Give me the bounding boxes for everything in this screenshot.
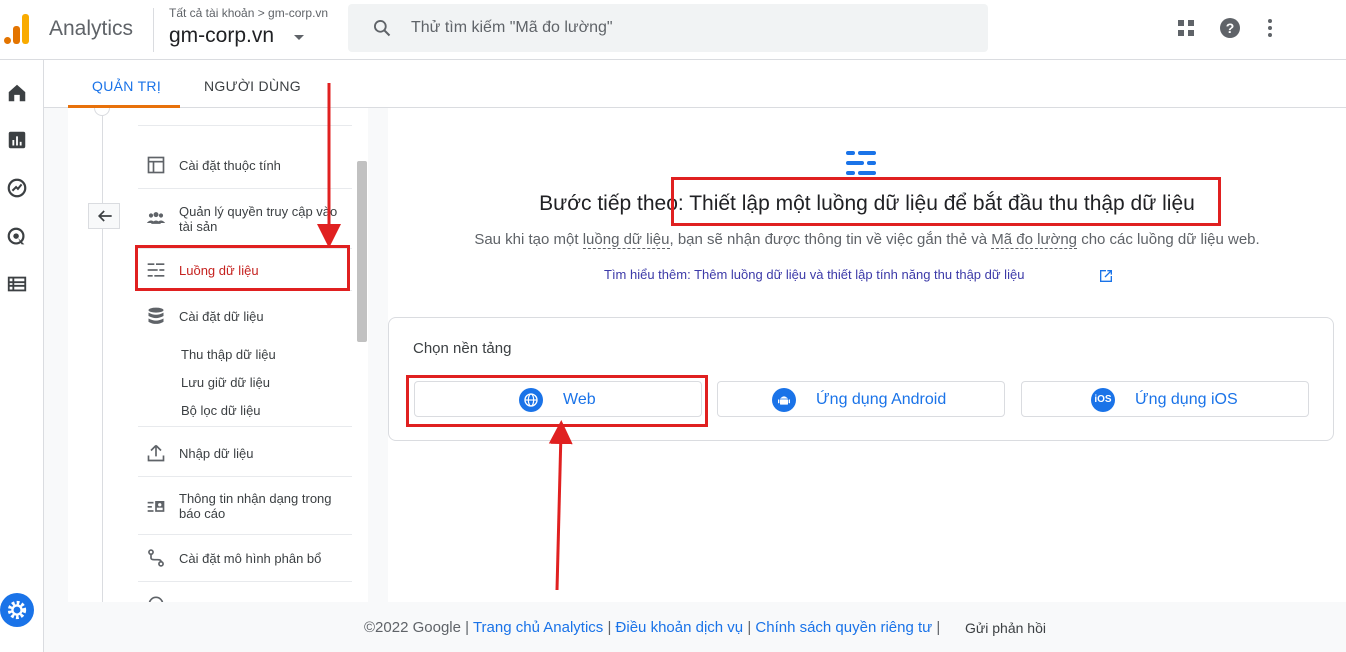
description-text: Sau khi tạo một	[474, 231, 583, 248]
advertising-icon[interactable]	[6, 226, 28, 248]
sidebar-item-label: Cài đặt dữ liệu	[179, 309, 264, 324]
divider	[153, 8, 154, 52]
chevron-down-icon[interactable]	[294, 35, 304, 40]
sidebar-item-label: Thông tin nhận dạng trong báo cáo	[179, 491, 332, 521]
scrollbar[interactable]	[357, 161, 367, 342]
footer: ©2022 Google | Trang chủ Analytics | Điề…	[44, 602, 1346, 652]
heading-prefix: Bước tiếp theo:	[539, 192, 690, 215]
ios-platform-button[interactable]: iOS Ứng dụng iOS	[1021, 381, 1309, 417]
separator: |	[465, 619, 470, 636]
database-icon	[148, 307, 164, 324]
top-bar: Analytics Tất cả tài khoản > gm-corp.vn …	[0, 0, 1346, 60]
search-icon	[374, 20, 391, 37]
glossary-term-measurement-id[interactable]: Mã đo lường	[991, 231, 1078, 249]
glossary-term-data-stream[interactable]: luồng dữ liệu	[582, 231, 670, 249]
separator: |	[936, 619, 941, 636]
sidebar-item-label: Quản lý quyền truy cập vào tài sản	[179, 204, 338, 234]
property-settings-panel: Cài đặt thuộc tính Quản lý quyền truy cậ…	[68, 108, 368, 602]
arrow-left-icon	[97, 210, 112, 222]
android-platform-button[interactable]: Ứng dụng Android	[717, 381, 1005, 417]
footer-link-privacy[interactable]: Chính sách quyền riêng tư	[755, 619, 932, 636]
search-input[interactable]: Thử tìm kiếm "Mã đo lường"	[411, 19, 613, 37]
sidebar-item-access-management[interactable]: Quản lý quyền truy cập vào tài sản	[138, 189, 352, 249]
page-description: Sau khi tạo một luồng dữ liệu, bạn sẽ nh…	[388, 231, 1346, 249]
timeline-line	[102, 108, 103, 602]
ios-badge: iOS	[1094, 394, 1112, 405]
tab-admin[interactable]: QUẢN TRỊ	[92, 78, 161, 94]
app-title[interactable]: Analytics	[49, 17, 133, 41]
platform-label: Ứng dụng iOS	[1135, 391, 1238, 408]
account-selector[interactable]: gm-corp.vn	[169, 24, 274, 48]
tab-users[interactable]: NGƯỜI DÙNG	[204, 78, 301, 94]
menu-item-partial	[138, 108, 352, 126]
admin-tabs: QUẢN TRỊ NGƯỜI DÙNG	[44, 60, 1346, 108]
left-nav	[0, 60, 44, 652]
analytics-logo-icon[interactable]	[4, 14, 32, 44]
description-text: cho các luồng dữ liệu web.	[1077, 231, 1260, 248]
apps-grid-icon[interactable]	[1174, 16, 1198, 40]
annotation-box-heading	[671, 177, 1221, 226]
timeline-dot	[94, 108, 110, 116]
sidebar-item-label: Cài đặt thuộc tính	[179, 158, 281, 173]
configure-icon[interactable]	[6, 273, 28, 295]
sidebar-subitem-data-retention[interactable]: Lưu giữ dữ liệu	[181, 375, 270, 390]
admin-gear-icon[interactable]	[0, 593, 34, 627]
upload-icon	[147, 444, 165, 462]
reports-icon[interactable]	[6, 129, 28, 151]
annotation-box-data-streams	[135, 245, 350, 291]
sidebar-item-label: Nhập dữ liệu	[179, 446, 254, 461]
android-icon	[772, 388, 796, 412]
help-icon[interactable]: ?	[1218, 16, 1242, 40]
sidebar-item-data-import[interactable]: Nhập dữ liệu	[138, 426, 352, 477]
learn-more-link[interactable]: Tìm hiểu thêm: Thêm luồng dữ liệu và thi…	[604, 267, 1024, 282]
separator: |	[747, 619, 752, 636]
back-button[interactable]	[88, 203, 120, 229]
sidebar-item-property-settings[interactable]: Cài đặt thuộc tính	[138, 142, 352, 189]
ios-icon: iOS	[1091, 388, 1115, 412]
copyright: ©2022 Google	[364, 619, 461, 636]
home-icon[interactable]	[6, 82, 28, 104]
platform-title: Chọn nền tảng	[413, 340, 512, 357]
separator: |	[607, 619, 612, 636]
search-bar[interactable]: Thử tìm kiếm "Mã đo lường"	[348, 4, 988, 52]
annotation-box-web	[406, 375, 708, 427]
external-link-icon[interactable]	[1098, 268, 1114, 284]
platform-label: Ứng dụng Android	[816, 391, 947, 408]
sidebar-item-label: Cài đặt mô hình phân bổ	[179, 551, 322, 566]
sidebar-item-data-settings[interactable]: Cài đặt dữ liệu	[138, 291, 352, 343]
footer-links: ©2022 Google | Trang chủ Analytics | Điề…	[364, 619, 940, 636]
send-feedback-button[interactable]: Gửi phản hồi	[965, 620, 1046, 636]
sidebar-item-reporting-identity[interactable]: Thông tin nhận dạng trong báo cáo	[138, 477, 352, 535]
description-text: , bạn sẽ nhận được thông tin về việc gắn…	[669, 231, 992, 248]
sidebar-subitem-data-filters[interactable]: Bộ lọc dữ liệu	[181, 403, 261, 418]
footer-link-terms[interactable]: Điều khoản dịch vụ	[616, 619, 744, 636]
explore-icon[interactable]	[6, 177, 28, 199]
sidebar-item-attribution-settings[interactable]: Cài đặt mô hình phân bổ	[138, 535, 352, 582]
more-vert-icon[interactable]	[1258, 16, 1282, 40]
id-card-icon	[147, 501, 165, 512]
account-breadcrumb[interactable]: Tất cả tài khoản > gm-corp.vn	[169, 6, 328, 20]
svg-text:?: ?	[1226, 20, 1235, 36]
footer-link-analytics-home[interactable]: Trang chủ Analytics	[473, 619, 603, 636]
history-icon	[148, 596, 164, 602]
sidebar-item-partial	[138, 582, 352, 602]
route-icon	[148, 549, 164, 567]
sidebar-subitem-data-collection[interactable]: Thu thập dữ liệu	[181, 347, 276, 362]
people-icon	[146, 212, 166, 224]
layout-icon	[147, 156, 165, 174]
streams-icon	[846, 151, 876, 175]
